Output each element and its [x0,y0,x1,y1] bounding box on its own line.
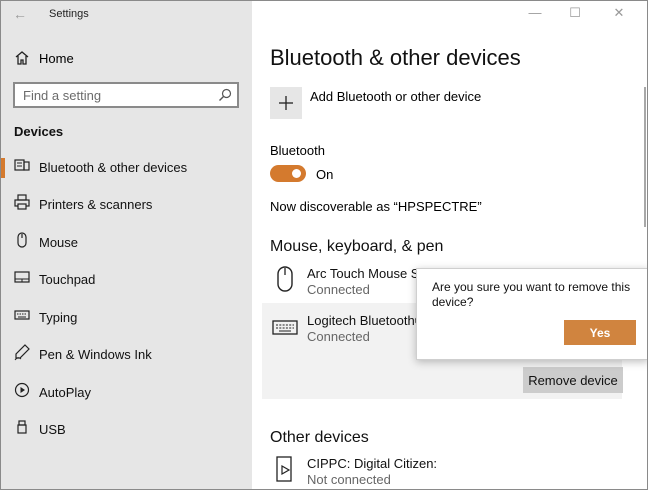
remove-device-button[interactable]: Remove device [523,367,623,393]
remove-confirm-popup: Are you sure you want to remove this dev… [416,268,647,360]
minimize-button[interactable]: — [527,5,543,21]
device-name: Logitech Bluetooth® [307,313,425,328]
sidebar-item-typing[interactable]: Typing [1,302,252,332]
home-label: Home [39,51,74,66]
main-content: Bluetooth & other devices Add Bluetooth … [252,1,647,489]
sidebar-item-label: Touchpad [39,272,96,287]
window-controls: — ☐ ✕ [517,1,647,27]
bluetooth-label: Bluetooth [270,143,325,158]
sidebar-item-label: Bluetooth & other devices [39,160,188,175]
sidebar-item-label: Typing [39,310,78,325]
plus-icon [277,94,295,112]
search-icon[interactable] [217,87,233,103]
page-title: Bluetooth & other devices [270,45,521,70]
sidebar-item-label: Pen & Windows Ink [39,347,152,362]
printer-icon [13,193,31,211]
mouse-icon [272,265,298,293]
toggle-state-label: On [316,167,334,182]
settings-window: ← Settings Home Devices Bluetooth & othe… [0,0,648,490]
app-title: Settings [49,8,89,20]
sidebar-item-label: Printers & scanners [39,197,153,212]
device-status: Connected [307,282,370,297]
confirm-question: Are you sure you want to remove this dev… [432,280,631,309]
close-button[interactable]: ✕ [611,5,627,21]
home-nav-item[interactable]: Home [1,45,252,71]
sidebar-item-bluetooth[interactable]: Bluetooth & other devices [1,152,252,182]
usb-icon [13,418,31,436]
home-icon [13,49,31,67]
search-input[interactable] [23,86,213,104]
sidebar-item-label: Mouse [39,235,79,250]
mouse-keyboard-section-title: Mouse, keyboard, & pen [270,238,444,255]
device-status: Not connected [307,472,391,487]
sidebar-section-title: Devices [14,124,64,139]
bluetooth-toggle[interactable] [270,165,306,182]
sidebar-item-pen[interactable]: Pen & Windows Ink [1,339,252,369]
device-status: Connected [307,329,370,344]
back-button[interactable]: ← [9,4,31,26]
mouse-icon [13,231,31,249]
add-device-button[interactable] [270,87,302,119]
sidebar-item-touchpad[interactable]: Touchpad [1,264,252,294]
add-device-label[interactable]: Add Bluetooth or other device [310,89,481,104]
sidebar: ← Settings Home Devices Bluetooth & othe… [1,1,252,489]
bluetooth-devices-icon [13,156,31,174]
sidebar-item-label: USB [39,422,66,437]
yes-button[interactable]: Yes [564,320,636,345]
sidebar-item-printers[interactable]: Printers & scanners [1,189,252,219]
sidebar-item-usb[interactable]: USB [1,414,252,444]
pen-icon [13,343,31,361]
other-devices-section-title: Other devices [270,429,369,446]
toggle-knob [292,169,301,178]
search-box [13,82,239,108]
sidebar-item-label: AutoPlay [39,385,92,400]
keyboard-icon [272,313,298,341]
sidebar-item-mouse[interactable]: Mouse [1,227,252,257]
sidebar-item-autoplay[interactable]: AutoPlay [1,377,252,407]
discoverable-text: Now discoverable as “HPSPECTRE” [270,199,482,214]
media-device-icon [272,455,298,483]
scrollbar[interactable] [644,87,646,227]
device-name: CIPPC: Digital Citizen: [307,456,438,471]
touchpad-icon [13,268,31,286]
device-item-other[interactable]: CIPPC: Digital Citizen: Not connected [262,453,622,489]
keyboard-icon [13,306,31,324]
autoplay-icon [13,381,31,399]
maximize-button[interactable]: ☐ [567,5,583,21]
device-name: Arc Touch Mouse Sur [307,266,432,281]
